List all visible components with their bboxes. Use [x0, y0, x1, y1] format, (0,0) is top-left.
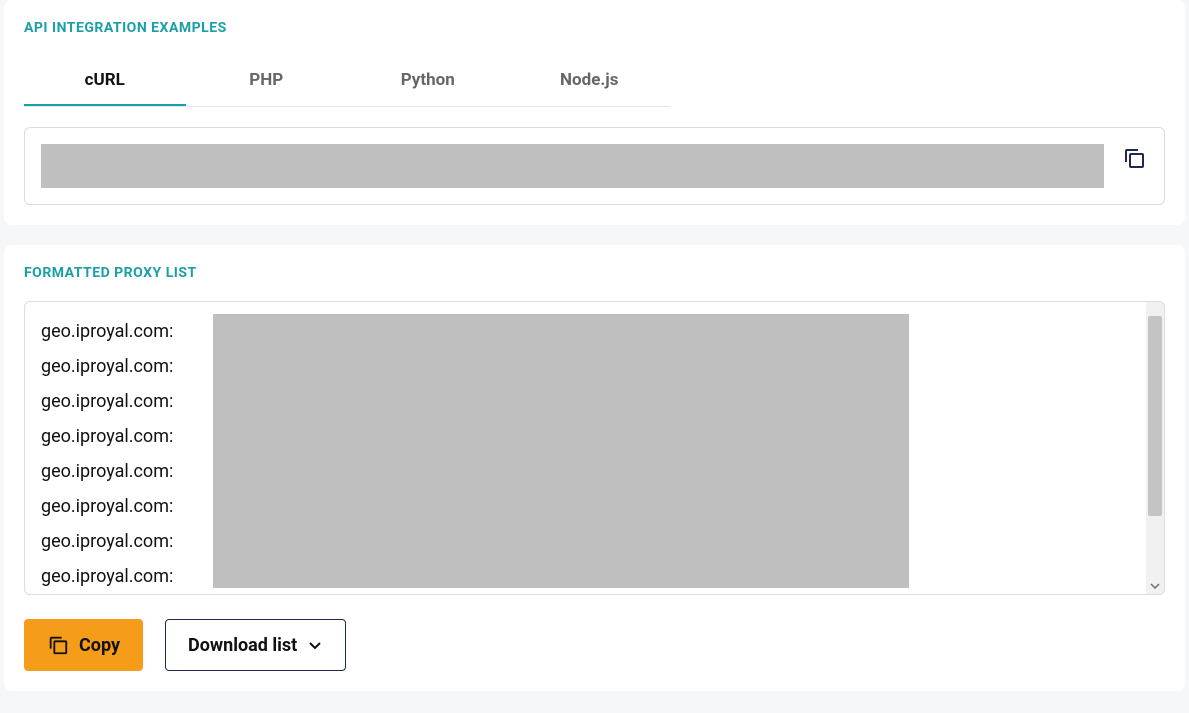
code-redacted-block: [41, 144, 1104, 188]
chevron-down-icon: [307, 637, 323, 653]
copy-code-button[interactable]: [1120, 144, 1148, 172]
chevron-down-icon[interactable]: [1150, 581, 1160, 591]
api-section-title: API INTEGRATION EXAMPLES: [24, 20, 1165, 36]
proxy-section-title: FORMATTED PROXY LIST: [24, 265, 1165, 281]
tab-python[interactable]: Python: [347, 56, 509, 106]
proxy-list-box: geo.iproyal.com: geo.iproyal.com: geo.ip…: [24, 301, 1165, 595]
api-integration-card: API INTEGRATION EXAMPLES cURL PHP Python…: [4, 0, 1185, 225]
scrollbar-thumb[interactable]: [1148, 316, 1162, 516]
copy-icon: [1122, 146, 1146, 170]
code-tabs: cURL PHP Python Node.js: [24, 56, 670, 107]
download-list-button[interactable]: Download list: [165, 619, 346, 671]
copy-button[interactable]: Copy: [24, 619, 143, 671]
scrollbar[interactable]: [1146, 302, 1164, 594]
copy-icon: [47, 634, 69, 656]
proxy-redacted-block: [213, 314, 909, 588]
code-example-box: [24, 127, 1165, 205]
tab-nodejs[interactable]: Node.js: [509, 56, 671, 106]
proxy-actions: Copy Download list: [24, 619, 1165, 671]
tab-php[interactable]: PHP: [186, 56, 348, 106]
tab-curl[interactable]: cURL: [24, 56, 186, 106]
copy-button-label: Copy: [79, 635, 120, 656]
formatted-proxy-card: FORMATTED PROXY LIST geo.iproyal.com: ge…: [4, 245, 1185, 691]
download-button-label: Download list: [188, 635, 297, 656]
